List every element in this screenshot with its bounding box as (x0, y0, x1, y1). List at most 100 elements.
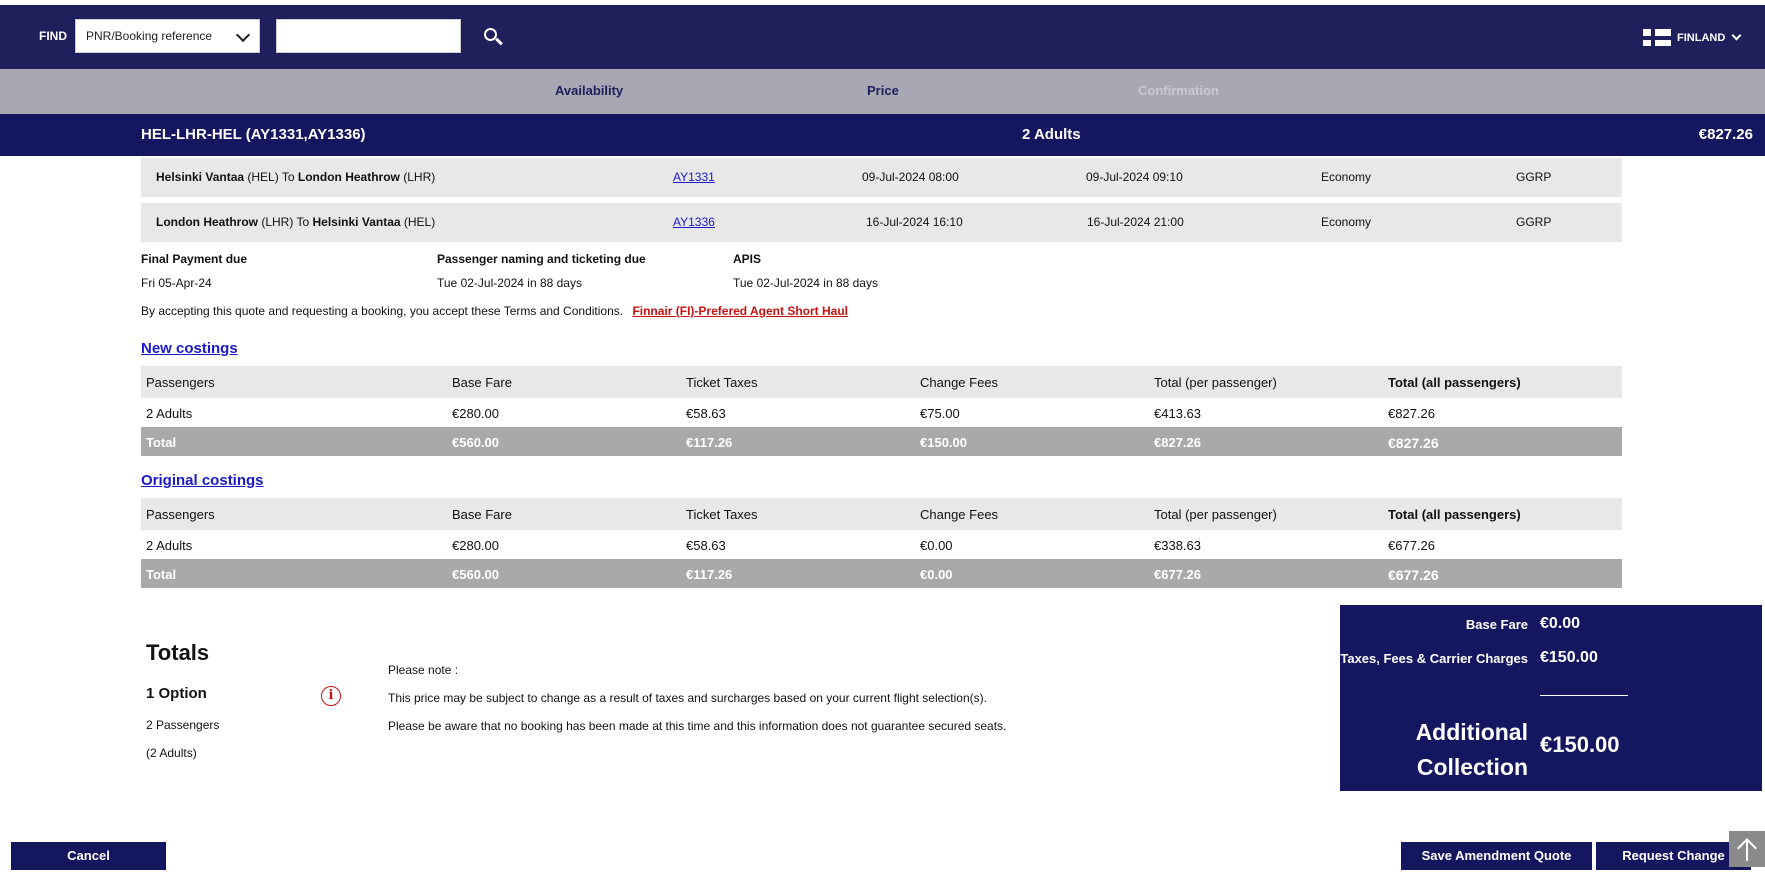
new-costings-table: Passengers Base Fare Ticket Taxes Change… (141, 366, 1622, 456)
cancel-button[interactable]: Cancel (11, 842, 166, 870)
find-label: FIND (39, 29, 67, 43)
final-payment-value: Fri 05-Apr-24 (141, 276, 212, 290)
step-availability[interactable]: Availability (555, 83, 623, 98)
col-change-fees: Change Fees (920, 375, 999, 390)
cell: €677.26 (1388, 538, 1435, 553)
table-header: Passengers Base Fare Ticket Taxes Change… (141, 366, 1622, 398)
additional-collection-value: €150.00 (1540, 732, 1620, 757)
cell: €0.00 (920, 567, 953, 582)
step-confirmation: Confirmation (1138, 83, 1219, 98)
cell: €117.26 (686, 435, 733, 450)
note-heading: Please note : (388, 663, 459, 677)
segment-route: Helsinki Vantaa (HEL) To London Heathrow… (156, 170, 436, 184)
segment-cabin: Economy (1321, 215, 1372, 229)
cell: €560.00 (452, 435, 499, 450)
terms-notice: By accepting this quote and requesting a… (141, 304, 848, 318)
cell: €677.26 (1154, 567, 1201, 582)
col-total-all-pax: Total (all passengers) (1388, 375, 1521, 390)
cell: Total (146, 435, 177, 450)
chevron-down-icon (1731, 30, 1742, 41)
col-ticket-taxes: Ticket Taxes (686, 507, 758, 522)
route-passengers: 2 Adults (1022, 126, 1081, 143)
adult-count: (2 Adults) (146, 746, 197, 760)
flight-segment: Helsinki Vantaa (HEL) To London Heathrow… (141, 158, 1622, 197)
segment-arrive: 09-Jul-2024 09:10 (1086, 170, 1183, 184)
cell: €827.26 (1388, 406, 1435, 421)
cell: €280.00 (452, 538, 499, 553)
col-total-all-pax: Total (all passengers) (1388, 507, 1521, 522)
col-ticket-taxes: Ticket Taxes (686, 375, 758, 390)
info-icon[interactable]: i (321, 686, 341, 706)
summary-divider (1540, 695, 1628, 696)
col-passengers: Passengers (146, 507, 215, 522)
col-change-fees: Change Fees (920, 507, 999, 522)
scroll-to-top-icon[interactable] (1729, 831, 1765, 867)
taxes-label: Taxes, Fees & Carrier Charges (1340, 651, 1528, 666)
request-change-button[interactable]: Request Change (1596, 842, 1751, 870)
cell: €280.00 (452, 406, 499, 421)
cell: €75.00 (920, 406, 960, 421)
finland-flag-icon (1643, 29, 1671, 46)
country-label: FINLAND (1677, 31, 1726, 44)
segment-fare-code: GGRP (1516, 215, 1552, 229)
base-fare-label: Base Fare (1465, 617, 1528, 632)
cell: €677.26 (1388, 567, 1439, 583)
col-base-fare: Base Fare (452, 375, 512, 390)
table-row: 2 Adults €280.00 €58.63 €75.00 €413.63 €… (141, 398, 1622, 427)
progress-steps: Availability Price Confirmation (0, 69, 1765, 114)
cell: 2 Adults (146, 538, 193, 553)
ticketing-due-label: Passenger naming and ticketing due (437, 252, 646, 266)
cell: €560.00 (452, 567, 499, 582)
segment-route: London Heathrow (LHR) To Helsinki Vantaa… (156, 215, 436, 229)
cell: €58.63 (686, 538, 726, 553)
original-costings-table: Passengers Base Fare Ticket Taxes Change… (141, 498, 1622, 588)
flight-number-link[interactable]: AY1331 (673, 170, 715, 184)
taxes-value: €150.00 (1540, 649, 1598, 666)
cell: €413.63 (1154, 406, 1201, 421)
save-amendment-quote-button[interactable]: Save Amendment Quote (1401, 842, 1592, 870)
option-count: 1 Option (146, 685, 207, 702)
top-bar: FIND PNR/Booking reference FINLAND (0, 5, 1765, 69)
original-costings-link[interactable]: Original costings (141, 472, 264, 489)
table-total-row: Total €560.00 €117.26 €150.00 €827.26 €8… (141, 427, 1622, 456)
table-total-row: Total €560.00 €117.26 €0.00 €677.26 €677… (141, 559, 1622, 588)
search-icon[interactable] (481, 25, 505, 49)
note-no-booking: Please be aware that no booking has been… (388, 719, 1007, 733)
search-input[interactable] (276, 19, 461, 53)
cell: €58.63 (686, 406, 726, 421)
flight-segment: London Heathrow (LHR) To Helsinki Vantaa… (141, 203, 1622, 242)
ticketing-due-value: Tue 02-Jul-2024 in 88 days (437, 276, 582, 290)
table-header: Passengers Base Fare Ticket Taxes Change… (141, 498, 1622, 530)
cell: 2 Adults (146, 406, 193, 421)
totals-title: Totals (146, 640, 210, 665)
col-total-per-pax: Total (per passenger) (1154, 507, 1277, 522)
route-title: HEL-LHR-HEL (AY1331,AY1336) (141, 126, 366, 143)
terms-link[interactable]: Finnair (FI)-Prefered Agent Short Haul (632, 304, 848, 318)
cell: €827.26 (1388, 435, 1439, 451)
new-costings-link[interactable]: New costings (141, 340, 238, 357)
segment-cabin: Economy (1321, 170, 1372, 184)
base-fare-value: €0.00 (1540, 615, 1581, 632)
apis-label: APIS (733, 252, 762, 266)
route-summary-bar: HEL-LHR-HEL (AY1331,AY1336) 2 Adults €82… (0, 114, 1765, 156)
terms-text: By accepting this quote and requesting a… (141, 304, 624, 318)
segment-depart: 09-Jul-2024 08:00 (862, 170, 959, 184)
country-selector[interactable]: FINLAND (1643, 29, 1742, 46)
find-type-select[interactable]: PNR/Booking reference (75, 19, 260, 53)
segment-depart: 16-Jul-2024 16:10 (866, 215, 963, 229)
apis-value: Tue 02-Jul-2024 in 88 days (733, 276, 878, 290)
flight-number-link[interactable]: AY1336 (673, 215, 715, 229)
note-price-change: This price may be subject to change as a… (388, 691, 987, 705)
segment-arrive: 16-Jul-2024 21:00 (1087, 215, 1184, 229)
col-base-fare: Base Fare (452, 507, 512, 522)
cell: €827.26 (1154, 435, 1201, 450)
additional-collection-label: Additional Collection (1415, 719, 1528, 780)
chevron-down-icon (235, 27, 251, 43)
cell: Total (146, 567, 177, 582)
cell: €0.00 (920, 538, 953, 553)
table-row: 2 Adults €280.00 €58.63 €0.00 €338.63 €6… (141, 530, 1622, 559)
step-price[interactable]: Price (867, 83, 899, 98)
passenger-count: 2 Passengers (146, 718, 220, 732)
find-type-value: PNR/Booking reference (86, 29, 213, 43)
cell: €150.00 (920, 435, 967, 450)
